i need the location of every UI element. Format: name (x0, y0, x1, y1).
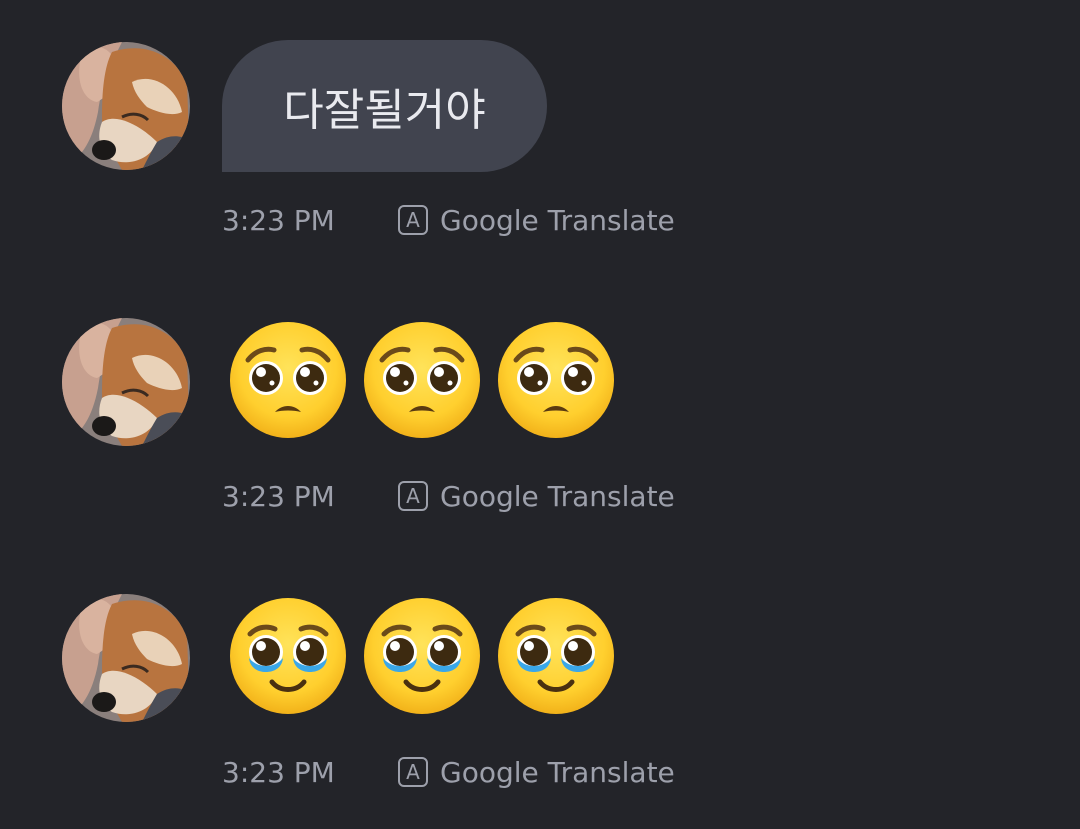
message-time: 3:23 PM (222, 755, 335, 789)
google-translate-button[interactable]: A Google Translate (398, 204, 675, 237)
message-meta: 3:23 PM A Google Translate (222, 752, 675, 792)
google-translate-button[interactable]: A Google Translate (398, 480, 675, 513)
message-bubble[interactable]: 다잘될거야 (222, 40, 547, 172)
translate-label: Google Translate (440, 479, 675, 513)
message-meta: 3:23 PM A Google Translate (222, 476, 675, 516)
google-translate-button[interactable]: A Google Translate (398, 756, 675, 789)
message-time: 3:23 PM (222, 479, 335, 513)
message-time: 3:23 PM (222, 203, 335, 237)
translate-icon: A (398, 481, 428, 511)
face-holding-back-tears-emoji (228, 596, 348, 716)
translate-icon: A (398, 757, 428, 787)
pleading-face-emoji (228, 320, 348, 440)
face-holding-back-tears-emoji (362, 596, 482, 716)
message-text: 다잘될거야 (283, 85, 486, 136)
pleading-face-emoji (362, 320, 482, 440)
emoji-message[interactable] (228, 596, 616, 716)
translate-label: Google Translate (440, 755, 675, 789)
translate-icon: A (398, 205, 428, 235)
sender-avatar[interactable] (62, 318, 190, 446)
translate-label: Google Translate (440, 203, 675, 237)
pleading-face-emoji (496, 320, 616, 440)
face-holding-back-tears-emoji (496, 596, 616, 716)
sender-avatar[interactable] (62, 42, 190, 170)
sender-avatar[interactable] (62, 594, 190, 722)
emoji-message[interactable] (228, 320, 616, 440)
message-meta: 3:23 PM A Google Translate (222, 200, 675, 240)
